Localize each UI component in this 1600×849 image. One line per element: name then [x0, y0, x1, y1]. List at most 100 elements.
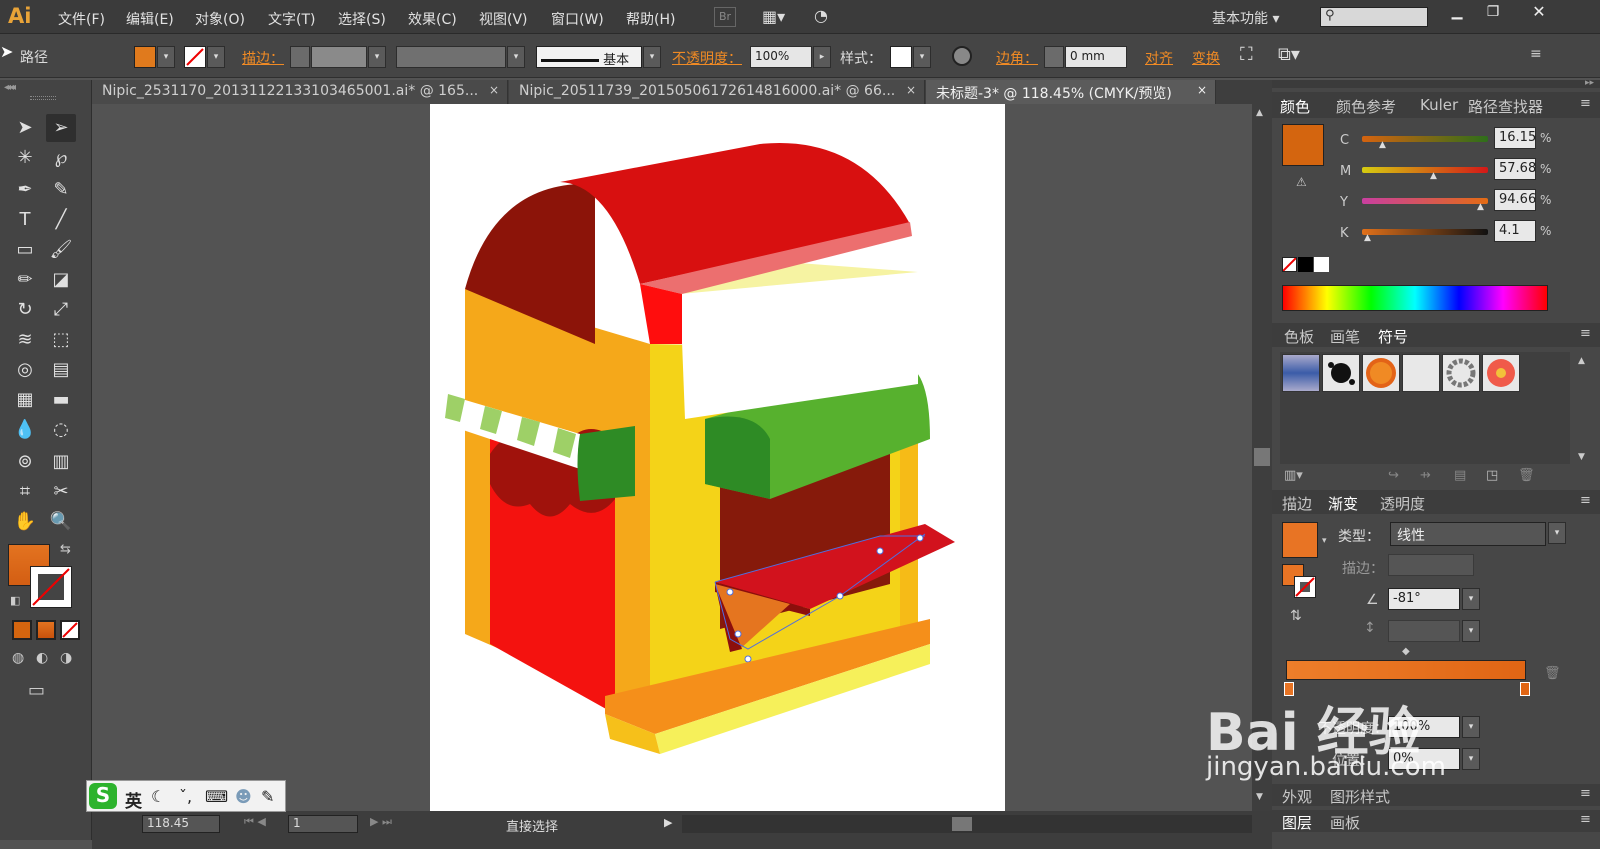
restore-button[interactable]: ❐ [1482, 4, 1504, 26]
menu-window[interactable]: 窗口(W) [551, 9, 604, 29]
channel-y-value[interactable]: 94.66 [1494, 189, 1536, 211]
menu-edit[interactable]: 编辑(E) [126, 9, 174, 29]
color-panel-menu-icon[interactable]: ≡ [1580, 96, 1591, 111]
workspace-switcher[interactable]: 基本功能 ▾ [1212, 8, 1279, 28]
type-tool-icon[interactable]: T [10, 206, 40, 234]
variable-width-profile[interactable] [396, 46, 506, 68]
gradient-angle-input[interactable]: -81° [1388, 588, 1460, 610]
aspect-ratio-input[interactable] [1388, 620, 1460, 642]
graphic-style-swatch[interactable] [890, 46, 912, 68]
tab-gradient[interactable]: 渐变 [1328, 493, 1358, 514]
menu-type[interactable]: 文字(T) [268, 9, 315, 29]
eraser-tool-icon[interactable]: ◪ [46, 266, 76, 294]
new-symbol-icon[interactable]: ◳ [1486, 468, 1498, 483]
recolor-artwork-icon[interactable] [952, 46, 972, 66]
gradient-type-select[interactable]: 线性 [1390, 522, 1546, 546]
settings-wrench-icon[interactable]: ✎ [261, 787, 274, 806]
stroke-color-box[interactable] [30, 566, 72, 608]
width-tool-icon[interactable]: ≋ [10, 326, 40, 354]
gradient-thumbnail-dropdown[interactable]: ▾ [1322, 536, 1327, 546]
tab-appearance[interactable]: 外观 [1282, 786, 1312, 807]
fill-swatch[interactable] [134, 46, 156, 68]
horizontal-scrollbar[interactable] [682, 815, 1252, 833]
delete-stop-icon[interactable]: 🗑 [1544, 666, 1561, 681]
curvature-tool-icon[interactable]: ✎ [46, 176, 76, 204]
perspective-grid-tool-icon[interactable]: ▤ [46, 356, 76, 384]
menu-help[interactable]: 帮助(H) [626, 9, 675, 29]
minimize-button[interactable]: ▁ [1446, 4, 1468, 26]
symbol-blue-bar[interactable] [1282, 354, 1320, 392]
corner-label[interactable]: 边角： [996, 48, 1038, 68]
angle-icon[interactable]: ∠ [1366, 592, 1379, 608]
gradient-position-dropdown[interactable]: ▾ [1462, 748, 1480, 770]
aspect-ratio-icon[interactable]: ↕ [1364, 620, 1376, 636]
stroke-swatch[interactable] [184, 46, 206, 68]
gradient-panel-menu-icon[interactable]: ≡ [1580, 493, 1591, 508]
symbol-flower[interactable] [1482, 354, 1520, 392]
tab-brushes[interactable]: 画笔 [1330, 326, 1360, 347]
delete-symbol-icon[interactable]: 🗑 [1518, 468, 1535, 483]
tab-stroke[interactable]: 描边 [1282, 493, 1312, 514]
artboard-tool-icon[interactable]: ⌗ [10, 478, 40, 506]
tab-kuler[interactable]: Kuler [1420, 96, 1458, 114]
stroke-weight-dropdown[interactable]: ▾ [368, 46, 386, 68]
align-link[interactable]: 对齐 [1145, 48, 1173, 68]
punctuation-icon[interactable]: ˇ, [179, 787, 192, 806]
graphic-style-dropdown[interactable]: ▾ [913, 46, 931, 68]
toolbox-grip[interactable] [30, 96, 56, 100]
direct-selection-tool-icon[interactable]: ➢ [46, 114, 76, 142]
tab-swatches[interactable]: 色板 [1284, 326, 1314, 347]
screen-mode-icon[interactable]: ▭ [28, 680, 45, 701]
stroke-weight-stepper[interactable] [290, 46, 310, 68]
gpu-performance-icon[interactable]: ◔ [814, 6, 842, 28]
hand-tool-icon[interactable]: ✋ [10, 508, 40, 536]
close-tab-icon[interactable]: × [906, 83, 916, 97]
eyedropper-tool-icon[interactable]: 💧 [10, 416, 40, 444]
selection-tool-icon[interactable]: ➤ [10, 114, 40, 142]
white-swatch[interactable] [1314, 257, 1329, 272]
zoom-tool-icon[interactable]: 🔍 [46, 508, 76, 536]
paintbrush-tool-icon[interactable]: 🖌 [46, 236, 76, 264]
symbols-panel-menu-icon[interactable]: ≡ [1580, 326, 1591, 341]
opacity-input[interactable]: 100% [750, 46, 812, 68]
first-page-icon[interactable]: ⏮ ◀ [244, 815, 266, 829]
symbol-bracket[interactable] [1402, 354, 1440, 392]
scroll-thumb[interactable] [1254, 448, 1270, 466]
gradient-thumbnail[interactable] [1282, 522, 1318, 558]
channel-m-thumb[interactable]: ▲ [1430, 171, 1437, 181]
gradient-stroke-indicator[interactable] [1294, 576, 1316, 598]
channel-y-thumb[interactable]: ▲ [1477, 202, 1484, 212]
line-tool-icon[interactable]: ╱ [46, 206, 76, 234]
search-input[interactable]: ⚲ [1320, 7, 1428, 27]
channel-k-thumb[interactable]: ▲ [1364, 233, 1371, 243]
gradient-stop-right[interactable] [1520, 682, 1530, 696]
menu-effect[interactable]: 效果(C) [408, 9, 457, 29]
fill-dropdown[interactable]: ▾ [157, 46, 175, 68]
reverse-gradient-icon[interactable]: ⇅ [1290, 608, 1302, 624]
place-symbol-icon[interactable]: ↪ [1388, 468, 1399, 483]
artboard[interactable] [430, 104, 1005, 811]
color-spectrum[interactable] [1282, 285, 1548, 311]
halfwidth-icon[interactable]: ☾ [151, 787, 165, 806]
aspect-ratio-dropdown[interactable]: ▾ [1462, 620, 1480, 642]
break-link-icon[interactable]: ⇸ [1420, 468, 1431, 483]
isolate-selected-icon[interactable]: ⛶ [1240, 44, 1253, 65]
symbol-libraries-icon[interactable]: ▥▾ [1284, 468, 1303, 483]
arrange-documents-icon[interactable]: ▦▾ [762, 7, 796, 27]
channel-k-slider[interactable] [1362, 229, 1488, 235]
select-similar-icon[interactable]: ⧉▾ [1278, 44, 1300, 65]
pencil-tool-icon[interactable]: ✏ [10, 266, 40, 294]
kiosk-illustration[interactable] [430, 104, 1005, 811]
mesh-tool-icon[interactable]: ▦ [10, 386, 40, 414]
ime-language-toggle[interactable]: 英 [125, 787, 142, 812]
slice-tool-icon[interactable]: ✂ [46, 478, 76, 506]
bridge-button[interactable]: Br [714, 7, 736, 27]
corner-radius-input[interactable]: 0 mm [1065, 46, 1127, 68]
gradient-slider[interactable] [1286, 660, 1526, 680]
gradient-tool-icon[interactable]: ▬ [46, 386, 76, 414]
collapse-dock-icon[interactable]: ▸▸ [1585, 78, 1594, 88]
corner-stepper[interactable] [1044, 46, 1064, 68]
tab-document-3[interactable]: 未标题-3* @ 118.45% (CMYK/预览) × [926, 80, 1216, 104]
draw-behind-icon[interactable]: ◐ [36, 650, 48, 666]
stroke-label[interactable]: 描边： [242, 48, 284, 68]
